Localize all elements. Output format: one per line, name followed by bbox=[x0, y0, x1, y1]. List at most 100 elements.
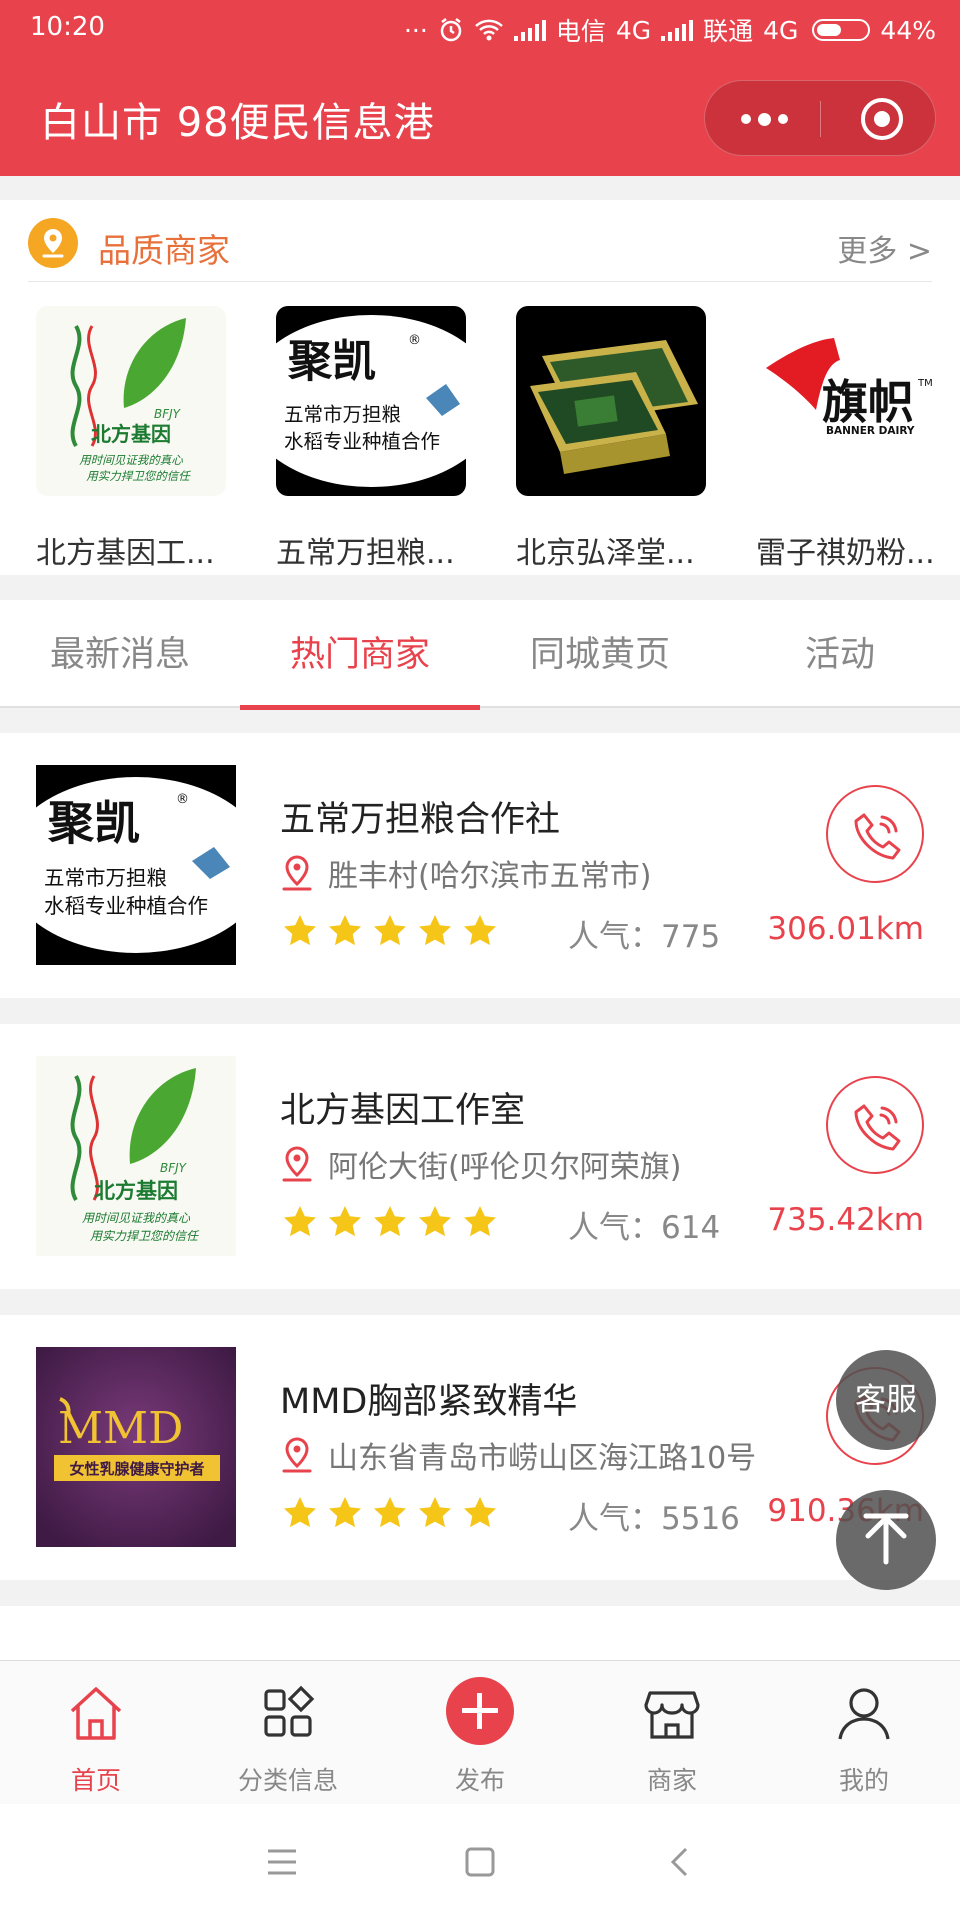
svg-text:五常市万担粮: 五常市万担粮 bbox=[44, 866, 167, 890]
section-header: 品质商家 更多 > bbox=[28, 216, 932, 282]
location-pin-icon bbox=[28, 218, 78, 268]
carrier-1: 电信 bbox=[555, 17, 606, 46]
tab-yellow-pages[interactable]: 同城黄页 bbox=[480, 600, 720, 708]
svg-text:TM: TM bbox=[917, 378, 933, 389]
phone-icon bbox=[854, 813, 901, 860]
close-target-icon[interactable] bbox=[861, 98, 903, 140]
svg-text:旗帜: 旗帜 bbox=[822, 375, 914, 429]
star-icon bbox=[464, 1206, 496, 1237]
miniprogram-capsule bbox=[704, 80, 936, 156]
merchant-name: 五常万担粮合作社 bbox=[280, 800, 561, 840]
nav-mine[interactable]: 我的 bbox=[768, 1661, 960, 1805]
merchant-logo: 聚凯 ® 五常市万担粮 水稻专业种植合作 bbox=[276, 306, 466, 496]
star-icon bbox=[284, 1497, 316, 1528]
alarm-icon bbox=[440, 18, 462, 42]
title-bar: 10:20 ··· 电信 4G 联通 4G 44% 白山市 98便民信息港 bbox=[0, 0, 960, 176]
svg-text:®: ® bbox=[408, 333, 421, 348]
user-icon bbox=[838, 1688, 890, 1740]
star-icon bbox=[419, 915, 451, 946]
quality-merchant-card[interactable]: 聚凯 ® 五常市万担粮 水稻专业种植合作 五常万担粮... bbox=[276, 306, 466, 572]
menu-icon[interactable] bbox=[266, 1848, 298, 1876]
home-icon bbox=[70, 1687, 122, 1740]
quality-merchants-section: 品质商家 更多 > BFJY 北方基因 用时间见证我的真心 用实力捍卫您的信任 … bbox=[0, 200, 960, 575]
svg-text:BANNER DAIRY: BANNER DAIRY bbox=[826, 425, 915, 437]
svg-text:MMD: MMD bbox=[58, 1403, 183, 1454]
star-icon bbox=[419, 1497, 451, 1528]
star-icon bbox=[464, 915, 496, 946]
tab-activities[interactable]: 活动 bbox=[720, 600, 960, 708]
quality-merchant-card[interactable]: 北京弘泽堂... bbox=[516, 306, 706, 572]
section-title: 品质商家 bbox=[98, 231, 230, 270]
phone-icon bbox=[854, 1104, 901, 1151]
popularity: 人气：775 bbox=[568, 919, 721, 955]
merchant-logo: 聚凯 ® 五常市万担粮 水稻专业种植合作 bbox=[36, 765, 236, 965]
nav-publish[interactable]: 发布 bbox=[384, 1661, 576, 1805]
merchant-name: 北方基因工... bbox=[36, 536, 215, 571]
star-icon bbox=[284, 915, 316, 946]
menu-dots-icon[interactable] bbox=[741, 113, 788, 126]
merchant-card[interactable]: BFJY 北方基因 用时间见证我的真心 用实力捍卫您的信任 北方基因工作室 阿伦… bbox=[0, 1024, 960, 1289]
carrier-2: 联通 bbox=[703, 17, 754, 46]
merchant-card[interactable]: MMD 女性乳腺健康守护者 MMD胸部紧致精华 山东省青岛市崂山区海江路10号 … bbox=[0, 1315, 960, 1580]
star-icon bbox=[284, 1206, 316, 1237]
signal-icon bbox=[513, 19, 546, 41]
nav-shop[interactable]: 商家 bbox=[576, 1661, 768, 1805]
back-icon[interactable] bbox=[668, 1846, 692, 1878]
wifi-icon bbox=[474, 19, 503, 41]
star-icon bbox=[464, 1497, 496, 1528]
rating-stars bbox=[282, 1495, 498, 1529]
svg-text:北方基因: 北方基因 bbox=[94, 1179, 178, 1203]
location-icon bbox=[282, 855, 312, 891]
svg-text:北方基因: 北方基因 bbox=[91, 422, 171, 446]
tab-latest[interactable]: 最新消息 bbox=[0, 600, 240, 708]
svg-text:五常市万担粮: 五常市万担粮 bbox=[284, 403, 401, 426]
star-icon bbox=[374, 915, 406, 946]
star-icon bbox=[374, 1206, 406, 1237]
bottom-tab-bar: 首页 分类信息 发布 商家 我的 bbox=[0, 1660, 960, 1804]
svg-text:用时间见证我的真心: 用时间见证我的真心 bbox=[79, 453, 183, 467]
quality-merchant-card[interactable]: 旗帜 TM BANNER DAIRY 雷子祺奶粉... bbox=[756, 306, 946, 572]
location-text: 山东省青岛市崂山区海江路10号 bbox=[328, 1441, 757, 1476]
customer-service-button[interactable]: 客服 bbox=[836, 1350, 936, 1450]
merchant-location: 阿伦大街(呼伦贝尔阿荣旗) bbox=[280, 1142, 681, 1186]
svg-text:BFJY: BFJY bbox=[154, 407, 182, 421]
svg-text:聚凯: 聚凯 bbox=[287, 336, 376, 387]
star-icon bbox=[329, 915, 361, 946]
svg-text:BFJY: BFJY bbox=[160, 1161, 188, 1175]
network-2: 4G bbox=[763, 15, 799, 45]
page-title: 白山市 98便民信息港 bbox=[40, 100, 435, 146]
svg-text:用实力捍卫您的信任: 用实力捍卫您的信任 bbox=[86, 469, 191, 483]
arrow-up-icon bbox=[863, 1513, 909, 1565]
status-time: 10:20 bbox=[30, 12, 105, 42]
quality-merchant-card[interactable]: BFJY 北方基因 用时间见证我的真心 用实力捍卫您的信任 北方基因工... bbox=[36, 306, 226, 572]
more-link[interactable]: 更多 > bbox=[837, 226, 932, 270]
home-square-icon[interactable] bbox=[464, 1846, 496, 1878]
merchant-name: 五常万担粮... bbox=[276, 536, 455, 571]
star-icon bbox=[329, 1206, 361, 1237]
nav-home[interactable]: 首页 bbox=[0, 1661, 192, 1805]
merchant-name: MMD胸部紧致精华 bbox=[280, 1382, 578, 1422]
signal-icon bbox=[661, 19, 694, 41]
battery-icon bbox=[812, 19, 871, 41]
battery-level: 44% bbox=[880, 15, 936, 45]
merchant-card[interactable] bbox=[0, 1606, 960, 1666]
svg-text:用时间见证我的真心: 用时间见证我的真心 bbox=[82, 1211, 191, 1225]
nav-category[interactable]: 分类信息 bbox=[192, 1661, 384, 1805]
call-button[interactable] bbox=[826, 1076, 924, 1174]
merchant-card[interactable]: 聚凯 ® 五常市万担粮 水稻专业种植合作 五常万担粮合作社 胜丰村(哈尔滨市五常… bbox=[0, 733, 960, 998]
call-button[interactable] bbox=[826, 785, 924, 883]
popularity: 人气：5516 bbox=[568, 1501, 740, 1537]
svg-text:聚凯: 聚凯 bbox=[47, 796, 140, 850]
back-to-top-button[interactable] bbox=[836, 1490, 936, 1590]
tab-hot-merchants[interactable]: 热门商家 bbox=[240, 600, 480, 710]
distance: 306.01km bbox=[767, 911, 924, 947]
star-icon bbox=[419, 1206, 451, 1237]
svg-text:®: ® bbox=[176, 792, 189, 807]
merchant-logo: BFJY 北方基因 用时间见证我的真心 用实力捍卫您的信任 bbox=[36, 306, 226, 496]
svg-text:女性乳腺健康守护者: 女性乳腺健康守护者 bbox=[69, 1460, 204, 1478]
tab-bar: 最新消息 热门商家 同城黄页 活动 bbox=[0, 600, 960, 710]
svg-text:用实力捍卫您的信任: 用实力捍卫您的信任 bbox=[90, 1229, 200, 1243]
location-text: 胜丰村(哈尔滨市五常市) bbox=[328, 859, 652, 894]
system-navigation-bar bbox=[0, 1804, 960, 1920]
category-icon bbox=[264, 1685, 315, 1737]
